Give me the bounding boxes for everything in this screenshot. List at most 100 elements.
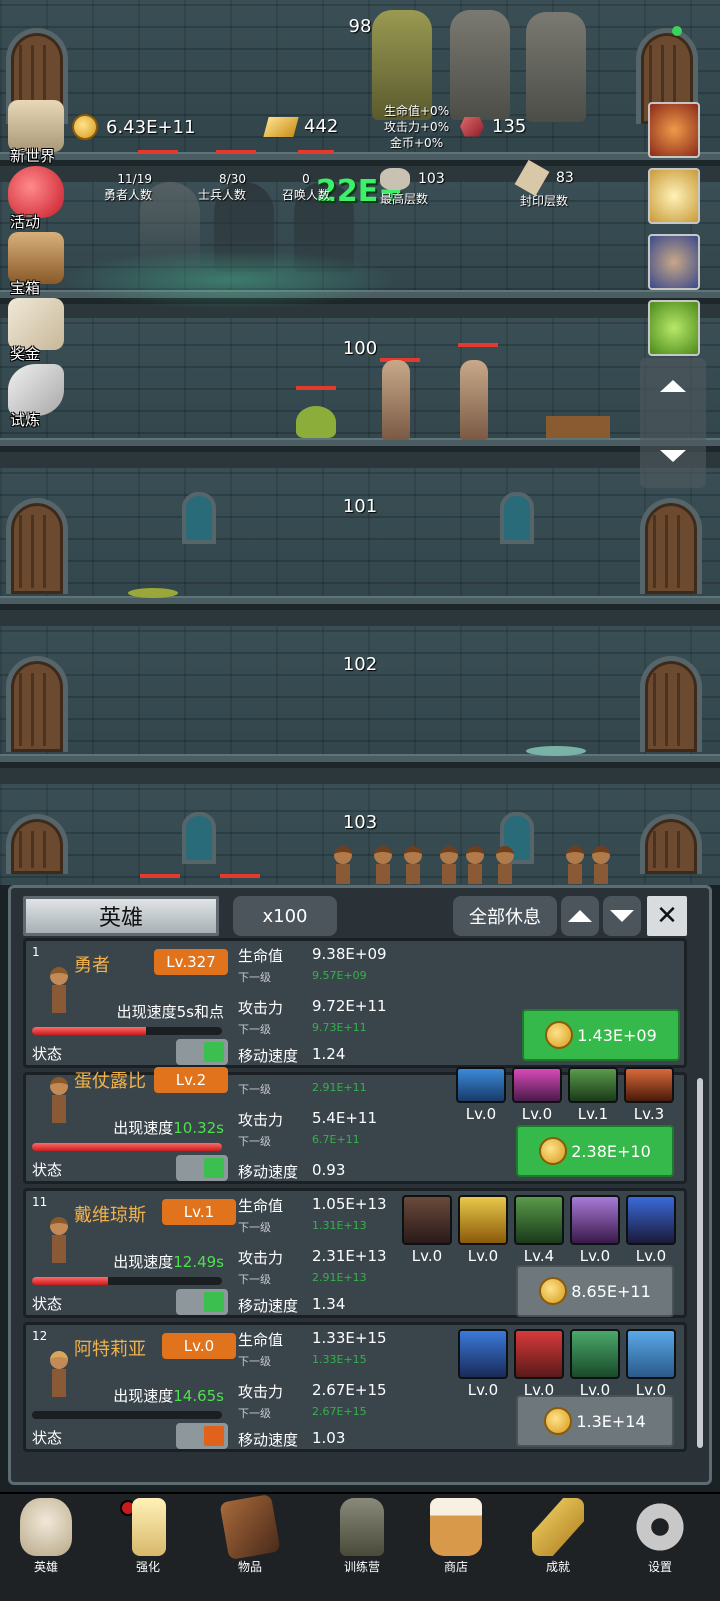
claw-skill-icon[interactable]	[512, 1067, 562, 1103]
upgrade-button[interactable]: 1.43E+09	[522, 1009, 680, 1061]
nav-settings[interactable]: 设置	[620, 1494, 700, 1594]
enemy-hp-bar	[220, 874, 260, 878]
close-icon: ✕	[656, 901, 678, 931]
attack-label: 攻击力	[238, 999, 284, 1017]
hero-card[interactable]: 11 戴维琼斯 Lv.1 出现速度12.49s 状态 生命值 1.05E+13 …	[23, 1188, 687, 1318]
candle-icon[interactable]	[648, 168, 700, 224]
hp-label: 生命值	[238, 1331, 284, 1349]
hp-label: 生命值	[238, 947, 284, 965]
skill-level: Lv.1	[577, 1105, 609, 1123]
boots-skill-icon[interactable]	[514, 1195, 564, 1245]
attack-next-label: 下一级	[238, 1273, 271, 1286]
attack-label: 攻击力	[238, 1383, 284, 1401]
skill-level: Lv.0	[467, 1381, 499, 1399]
close-button[interactable]: ✕	[647, 896, 687, 936]
claw-skill-icon[interactable]	[570, 1195, 620, 1245]
sword-skill-icon[interactable]	[458, 1195, 508, 1245]
chevron-down-icon[interactable]	[660, 450, 686, 462]
apple-icon[interactable]	[648, 102, 700, 158]
chevron-down-icon	[610, 910, 634, 922]
shield-skill-icon[interactable]	[458, 1329, 508, 1379]
scrollbar[interactable]	[697, 1078, 703, 1448]
hero-unit	[462, 846, 488, 885]
hero-unit	[370, 846, 396, 885]
floor-number: 101	[342, 496, 378, 517]
upgrade-button[interactable]: 1.3E+14	[516, 1395, 674, 1447]
skull-shield-skill-icon[interactable]	[402, 1195, 452, 1245]
floor-number: 102	[342, 654, 378, 675]
summon-count-label: 召唤人数	[281, 188, 330, 202]
nav-items[interactable]: 物品	[210, 1493, 290, 1594]
nav-label: 英雄	[33, 1560, 58, 1574]
attack-next-value: 9.73E+11	[312, 1021, 367, 1034]
gold-buff: 金币+0%	[390, 136, 444, 150]
gold-coin-icon	[539, 1277, 568, 1305]
collapse-down-button[interactable]	[603, 896, 641, 936]
summon-count-value: 0	[302, 172, 310, 186]
status-toggle[interactable]	[176, 1155, 228, 1181]
status-toggle[interactable]	[176, 1039, 228, 1065]
nav-heroes[interactable]: 英雄	[6, 1494, 86, 1594]
chevron-up-icon[interactable]	[660, 380, 686, 392]
chest-icon[interactable]	[648, 234, 700, 290]
collapse-up-button[interactable]	[561, 896, 599, 936]
bomb-skill-icon[interactable]	[626, 1195, 676, 1245]
hero-index: 12	[32, 1329, 48, 1343]
move-speed-label: 移动速度	[238, 1297, 299, 1315]
status-toggle[interactable]	[176, 1423, 228, 1449]
hero-unit	[562, 846, 588, 885]
hero-card[interactable]: 1 勇者 Lv.327 出现速度5s和点 状态 生命值 9.38E+09 下一级…	[23, 938, 687, 1068]
side-menu-new-world[interactable]: 新世界	[4, 100, 66, 165]
multiplier-button[interactable]: x100	[233, 896, 337, 936]
dungeon-door	[6, 656, 68, 752]
boots-skill-icon[interactable]	[568, 1067, 618, 1103]
bottom-nav: 英雄 强化 物品 训练营 商店 成就 设置	[0, 1492, 720, 1601]
skull-icon	[20, 1498, 72, 1556]
hp-next-value: 9.57E+09	[312, 969, 367, 982]
attack-next-label: 下一级	[238, 1407, 271, 1420]
nav-shop[interactable]: 商店	[416, 1494, 496, 1594]
candle-icon	[132, 1498, 166, 1556]
nav-achievements[interactable]: 成就	[518, 1494, 598, 1594]
side-menu-event[interactable]: 活动	[4, 166, 66, 231]
dungeon-door	[640, 656, 702, 752]
side-menu-trial[interactable]: 试炼	[4, 364, 66, 429]
status-label: 状态	[32, 1295, 63, 1313]
nav-label: 商店	[443, 1560, 468, 1574]
floor-number: 103	[342, 812, 378, 833]
nav-enhance[interactable]: 强化	[108, 1494, 188, 1594]
hero-card[interactable]: 蛋仗露比 Lv.2 出现速度10.32s 状态 下一级 2.91E+11 攻击力…	[23, 1067, 687, 1184]
slime-puddle	[128, 588, 178, 598]
slime-icon[interactable]	[648, 300, 700, 356]
daggers-skill-icon[interactable]	[570, 1329, 620, 1379]
hero-name: 蛋仗露比	[74, 1071, 146, 1092]
attack-next-value: 6.7E+11	[312, 1133, 360, 1146]
nav-training[interactable]: 训练营	[322, 1494, 402, 1594]
status-toggle[interactable]	[176, 1289, 228, 1315]
panel-title: 英雄	[23, 896, 219, 936]
hp-next-label: 下一级	[238, 1083, 271, 1096]
upgrade-button[interactable]: 8.65E+11	[516, 1265, 674, 1317]
hero-count-label: 勇者人数	[103, 188, 152, 202]
side-menu-chest[interactable]: 宝箱	[4, 232, 66, 297]
fist-skill-icon[interactable]	[624, 1067, 674, 1103]
armored-knight-enemy	[526, 12, 586, 122]
rest-all-button[interactable]: 全部休息	[453, 896, 557, 936]
attack-next-value: 2.91E+13	[312, 1271, 367, 1284]
hero-name: 勇者	[74, 955, 110, 976]
upgrade-button[interactable]: 2.38E+10	[516, 1125, 674, 1177]
leaf-shield-skill-icon[interactable]	[456, 1067, 506, 1103]
attack-value: 2.67E+15	[312, 1381, 387, 1399]
skill-level: Lv.0	[579, 1247, 611, 1265]
blood-slash-skill-icon[interactable]	[514, 1329, 564, 1379]
scroll-icon	[514, 159, 550, 197]
gold-coin-icon	[72, 114, 98, 140]
hero-unit	[330, 846, 356, 885]
gold-value: 6.43E+11	[106, 116, 196, 138]
side-menu-bonus[interactable]: 奖金	[4, 298, 66, 363]
heart-heal-skill-icon[interactable]	[626, 1329, 676, 1379]
sealed-floor-label: 封印层数	[520, 194, 569, 208]
hero-card[interactable]: 12 阿特莉亚 Lv.0 出现速度14.65s 状态 生命值 1.33E+15 …	[23, 1322, 687, 1452]
hp-buff: 生命值+0%	[384, 104, 450, 118]
side-menu-label: 新世界	[10, 147, 56, 165]
